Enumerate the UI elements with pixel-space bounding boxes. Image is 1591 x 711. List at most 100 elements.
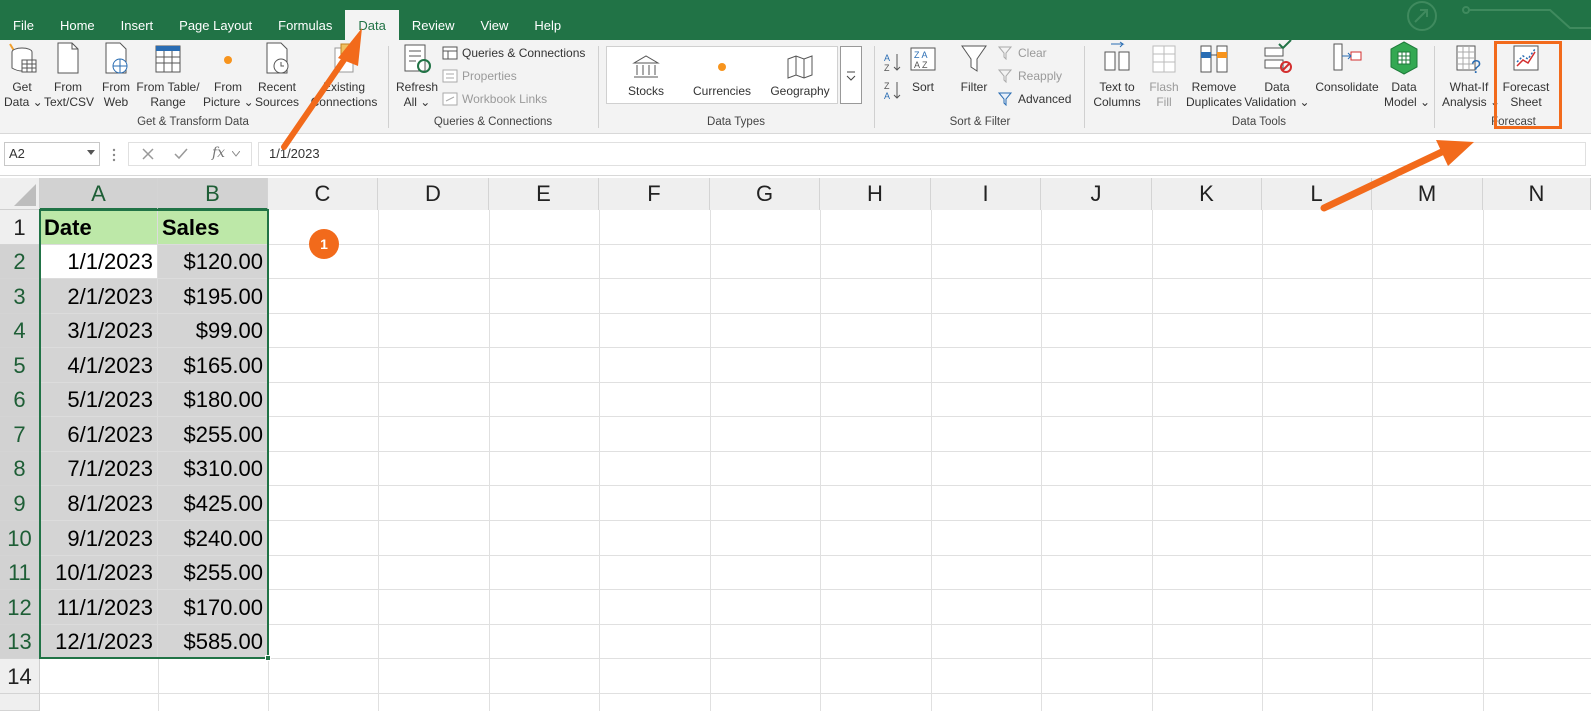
cell-a11[interactable]: 10/1/2023 (40, 556, 158, 590)
sort-button[interactable]: Z AA Z Sort (906, 40, 940, 95)
text-to-columns-button[interactable]: Text to Columns (1092, 40, 1142, 110)
cell-a12[interactable]: 11/1/2023 (40, 590, 158, 625)
properties-button[interactable]: Properties (442, 69, 517, 83)
advanced-filter-button[interactable]: Advanced (998, 92, 1071, 106)
column-header-b[interactable]: B (158, 178, 268, 210)
flash-fill-button[interactable]: Flash Fill (1148, 40, 1180, 110)
cell-b13[interactable]: $585.00 (158, 625, 268, 659)
cell-a6[interactable]: 5/1/2023 (40, 383, 158, 417)
cell-a5[interactable]: 4/1/2023 (40, 348, 158, 383)
from-web-button[interactable]: From Web (98, 40, 134, 110)
cell-b7[interactable]: $255.00 (158, 417, 268, 452)
column-header-n[interactable]: N (1483, 178, 1591, 210)
column-header-f[interactable]: F (599, 178, 710, 210)
cell-b12[interactable]: $170.00 (158, 590, 268, 625)
tab-insert[interactable]: Insert (108, 0, 167, 40)
column-header-i[interactable]: I (931, 178, 1041, 210)
cancel-icon[interactable] (142, 148, 154, 160)
header-cell-date[interactable]: Date (40, 210, 158, 245)
cell-a7[interactable]: 6/1/2023 (40, 417, 158, 452)
cell-a9[interactable]: 8/1/2023 (40, 486, 158, 521)
cell-a3[interactable]: 2/1/2023 (40, 279, 158, 314)
what-if-analysis-button[interactable]: ? What-If Analysis ⌄ (1442, 40, 1500, 110)
sort-ascending-button[interactable]: AZ (884, 52, 902, 72)
row-header-12[interactable]: 12 (0, 590, 40, 625)
cell-b2[interactable]: $120.00 (158, 245, 268, 279)
tab-home[interactable]: Home (47, 0, 108, 40)
cell-a8[interactable]: 7/1/2023 (40, 452, 158, 486)
select-all-button[interactable] (0, 178, 40, 210)
row-header-5[interactable]: 5 (0, 348, 40, 383)
row-header-1[interactable]: 1 (0, 210, 40, 245)
currencies-button[interactable]: Currencies (690, 54, 754, 99)
column-header-c[interactable]: C (268, 178, 378, 210)
column-header-g[interactable]: G (710, 178, 820, 210)
cell-b8[interactable]: $310.00 (158, 452, 268, 486)
queries-connections-button[interactable]: Queries & Connections (442, 46, 585, 60)
row-header-6[interactable]: 6 (0, 383, 40, 417)
stocks-button[interactable]: Stocks (614, 54, 678, 99)
column-header-j[interactable]: J (1041, 178, 1152, 210)
cell-b3[interactable]: $195.00 (158, 279, 268, 314)
cell-b6[interactable]: $180.00 (158, 383, 268, 417)
row-header-7[interactable]: 7 (0, 417, 40, 452)
consolidate-button[interactable]: Consolidate (1314, 40, 1380, 95)
row-header-8[interactable]: 8 (0, 452, 40, 486)
tab-file[interactable]: File (0, 0, 47, 40)
column-header-a[interactable]: A (40, 178, 158, 210)
recent-sources-button[interactable]: Recent Sources (254, 40, 300, 110)
reapply-button[interactable]: Reapply (998, 69, 1062, 83)
row-header-14[interactable]: 14 (0, 659, 40, 694)
row-header-2[interactable]: 2 (0, 245, 40, 279)
sort-descending-button[interactable]: ZA (884, 80, 902, 100)
column-header-l[interactable]: L (1262, 178, 1372, 210)
from-text-csv-button[interactable]: From Text/CSV (44, 40, 94, 110)
column-header-h[interactable]: H (820, 178, 931, 210)
row-header-9[interactable]: 9 (0, 486, 40, 521)
header-cell-sales[interactable]: Sales (158, 210, 268, 245)
row-header-10[interactable]: 10 (0, 521, 40, 556)
cell-a10[interactable]: 9/1/2023 (40, 521, 158, 556)
enter-check-icon[interactable] (174, 148, 188, 160)
data-validation-button[interactable]: Data Validation ⌄ (1244, 40, 1310, 110)
row-header-4[interactable]: 4 (0, 314, 40, 348)
remove-duplicates-button[interactable]: Remove Duplicates (1186, 40, 1242, 110)
tab-data[interactable]: Data (345, 10, 399, 40)
tab-formulas[interactable]: Formulas (265, 0, 345, 40)
tab-page-layout[interactable]: Page Layout (166, 0, 265, 40)
row-header-3[interactable]: 3 (0, 279, 40, 314)
fill-handle[interactable] (265, 655, 271, 661)
column-header-e[interactable]: E (489, 178, 599, 210)
column-header-k[interactable]: K (1152, 178, 1262, 210)
cell-b11[interactable]: $255.00 (158, 556, 268, 590)
cell-a2[interactable]: 1/1/2023 (40, 245, 158, 279)
gallery-expand-button[interactable] (840, 46, 862, 104)
column-header-m[interactable]: M (1372, 178, 1483, 210)
tab-view[interactable]: View (467, 0, 521, 40)
tab-review[interactable]: Review (399, 0, 468, 40)
from-table-range-button[interactable]: From Table/Range (136, 40, 200, 110)
cell-b10[interactable]: $240.00 (158, 521, 268, 556)
cell-b5[interactable]: $165.00 (158, 348, 268, 383)
cell-a4[interactable]: 3/1/2023 (40, 314, 158, 348)
formula-input[interactable]: 1/1/2023 (258, 142, 1586, 166)
clear-filter-button[interactable]: Clear (998, 46, 1047, 60)
cell-b9[interactable]: $425.00 (158, 486, 268, 521)
refresh-all-button[interactable]: Refresh All ⌄ (396, 40, 438, 110)
row-header-15[interactable] (0, 694, 40, 711)
forecast-sheet-button[interactable]: Forecast Sheet (1500, 40, 1552, 110)
from-picture-button[interactable]: From Picture ⌄ (203, 40, 254, 110)
cell-a13[interactable]: 12/1/2023 (40, 625, 158, 659)
get-data-button[interactable]: Get Data ⌄ (4, 40, 43, 110)
data-model-button[interactable]: Data Model ⌄ (1384, 40, 1430, 110)
column-header-d[interactable]: D (378, 178, 489, 210)
row-header-13[interactable]: 13 (0, 625, 40, 659)
cell-b4[interactable]: $99.00 (158, 314, 268, 348)
geography-button[interactable]: Geography (766, 54, 834, 99)
row-header-11[interactable]: 11 (0, 556, 40, 590)
name-box[interactable]: A2 (4, 142, 100, 166)
workbook-links-button[interactable]: Workbook Links (442, 92, 547, 106)
tab-help[interactable]: Help (521, 0, 574, 40)
filter-button[interactable]: Filter (956, 40, 992, 95)
existing-connections-button[interactable]: Existing Connections (310, 40, 378, 110)
